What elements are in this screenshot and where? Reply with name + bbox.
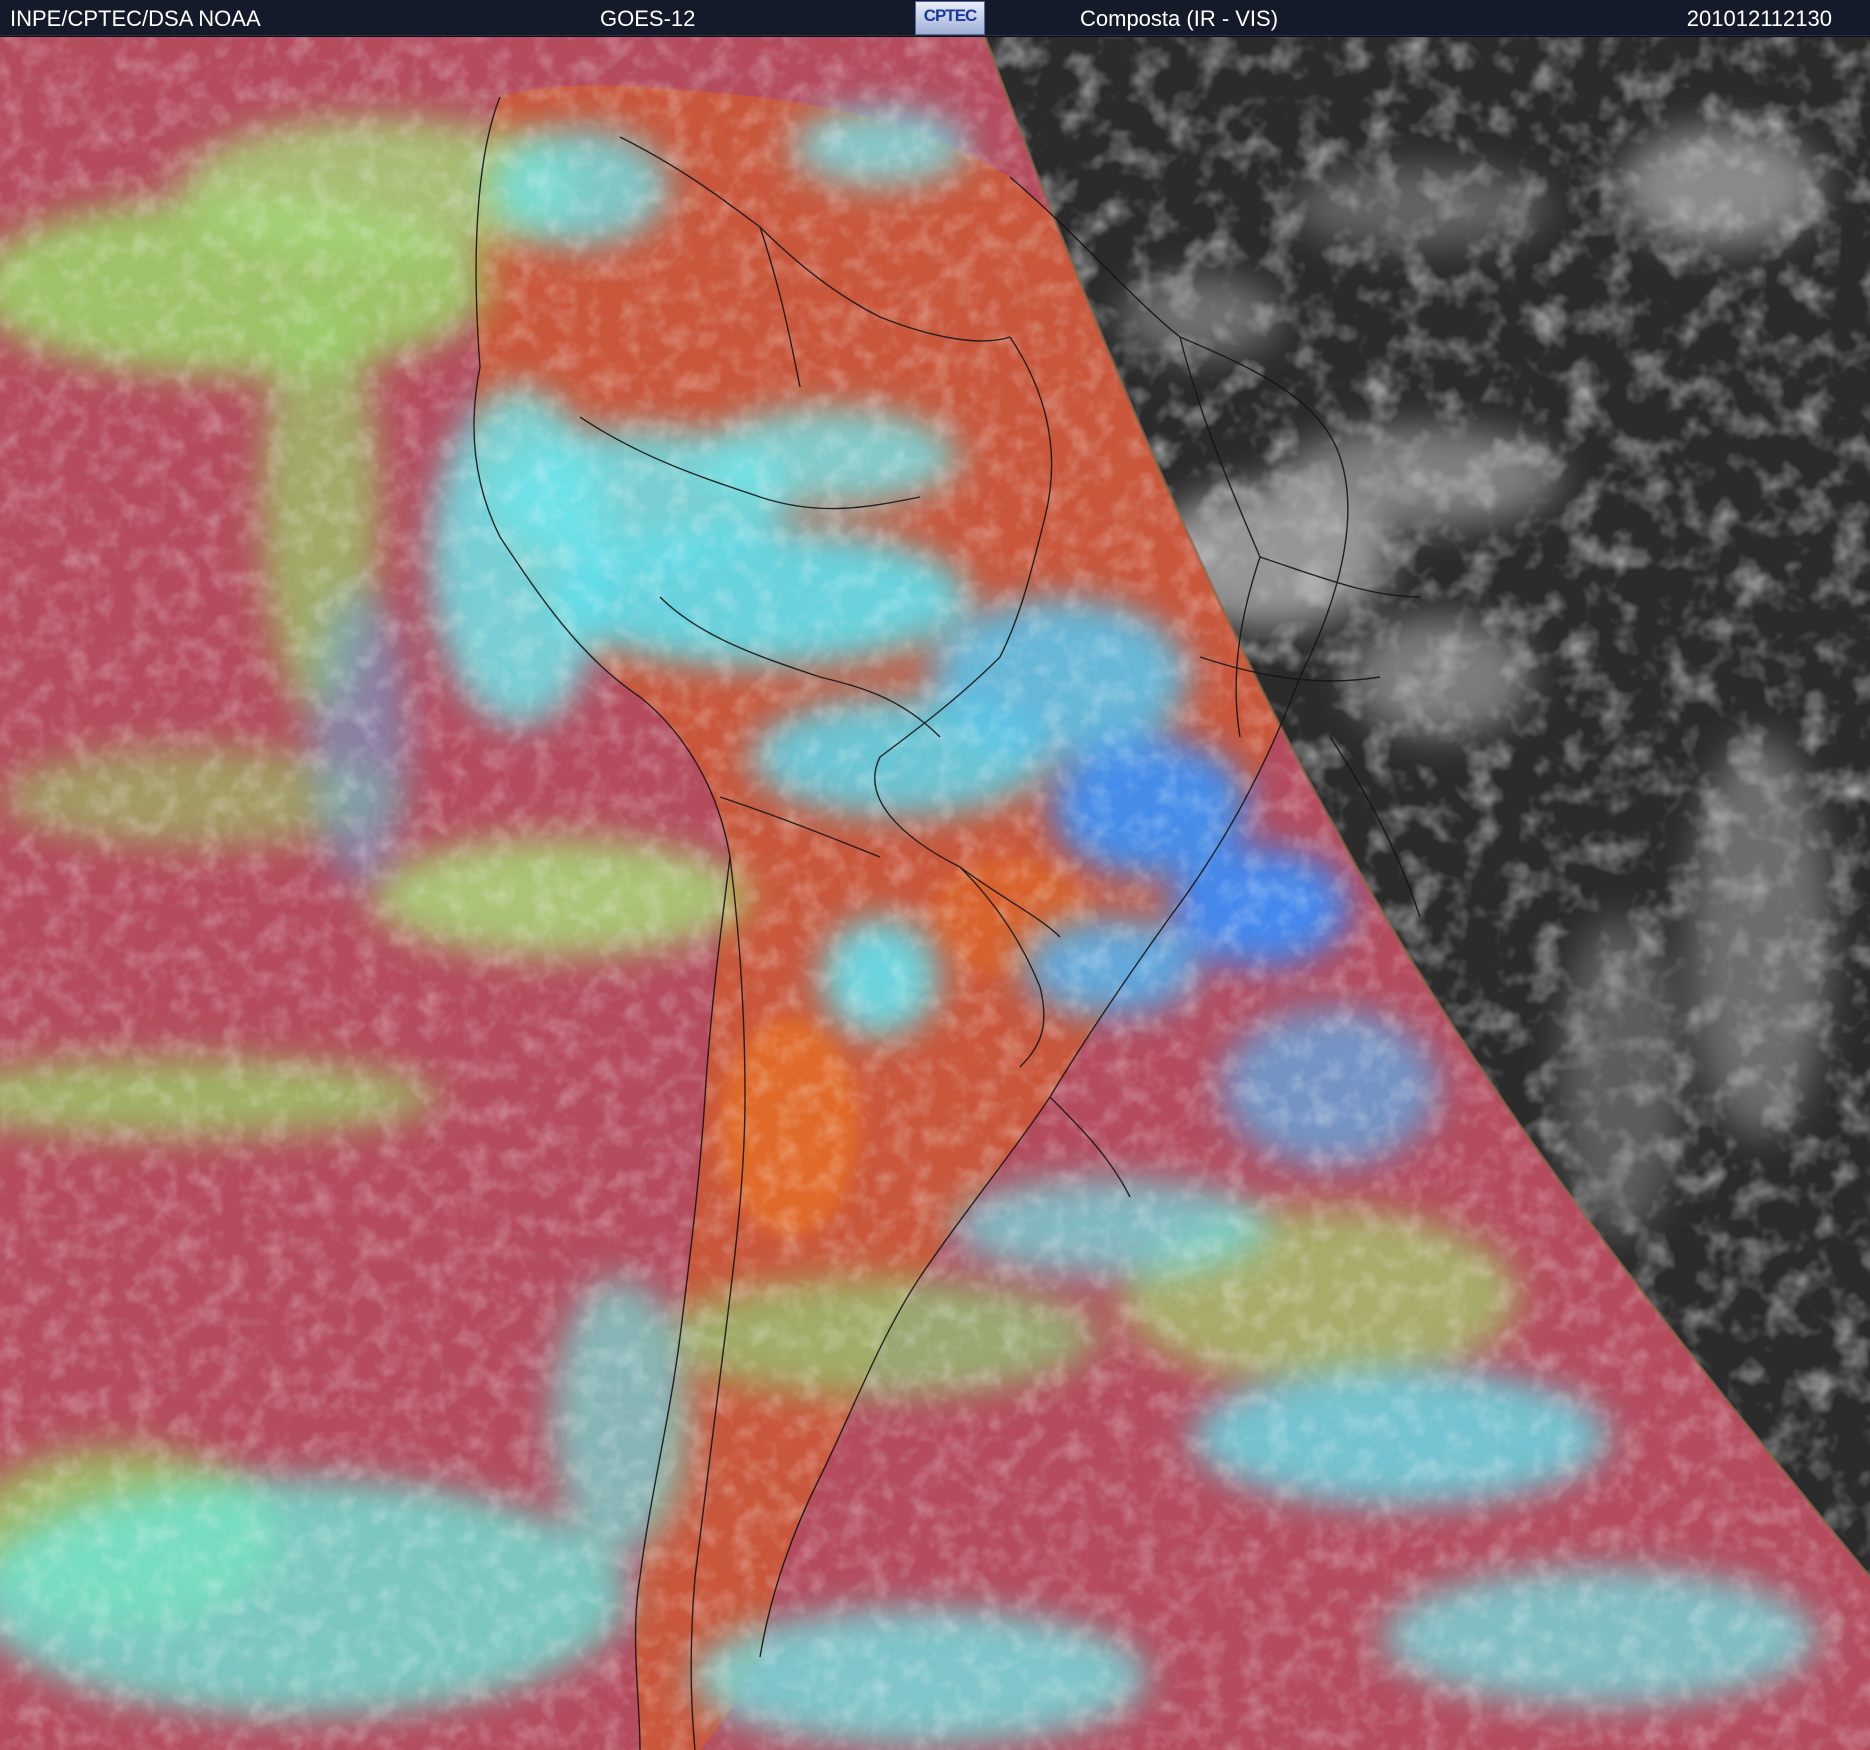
cptec-logo: CPTEC: [915, 1, 985, 35]
imagery-svg: [0, 37, 1870, 1750]
timestamp-label: 201012112130: [1686, 6, 1832, 31]
satellite-label: GOES-12: [600, 6, 696, 31]
product-label: Composta (IR - VIS): [1080, 6, 1279, 31]
satellite-imagery: [0, 37, 1870, 1750]
logo-text: CPTEC: [923, 6, 978, 25]
header-bar: INPE/CPTEC/DSA NOAA GOES-12 CPTEC Compos…: [0, 0, 1870, 36]
satellite-image-viewer: INPE/CPTEC/DSA NOAA GOES-12 CPTEC Compos…: [0, 0, 1870, 1750]
source-label: INPE/CPTEC/DSA NOAA: [10, 6, 261, 31]
